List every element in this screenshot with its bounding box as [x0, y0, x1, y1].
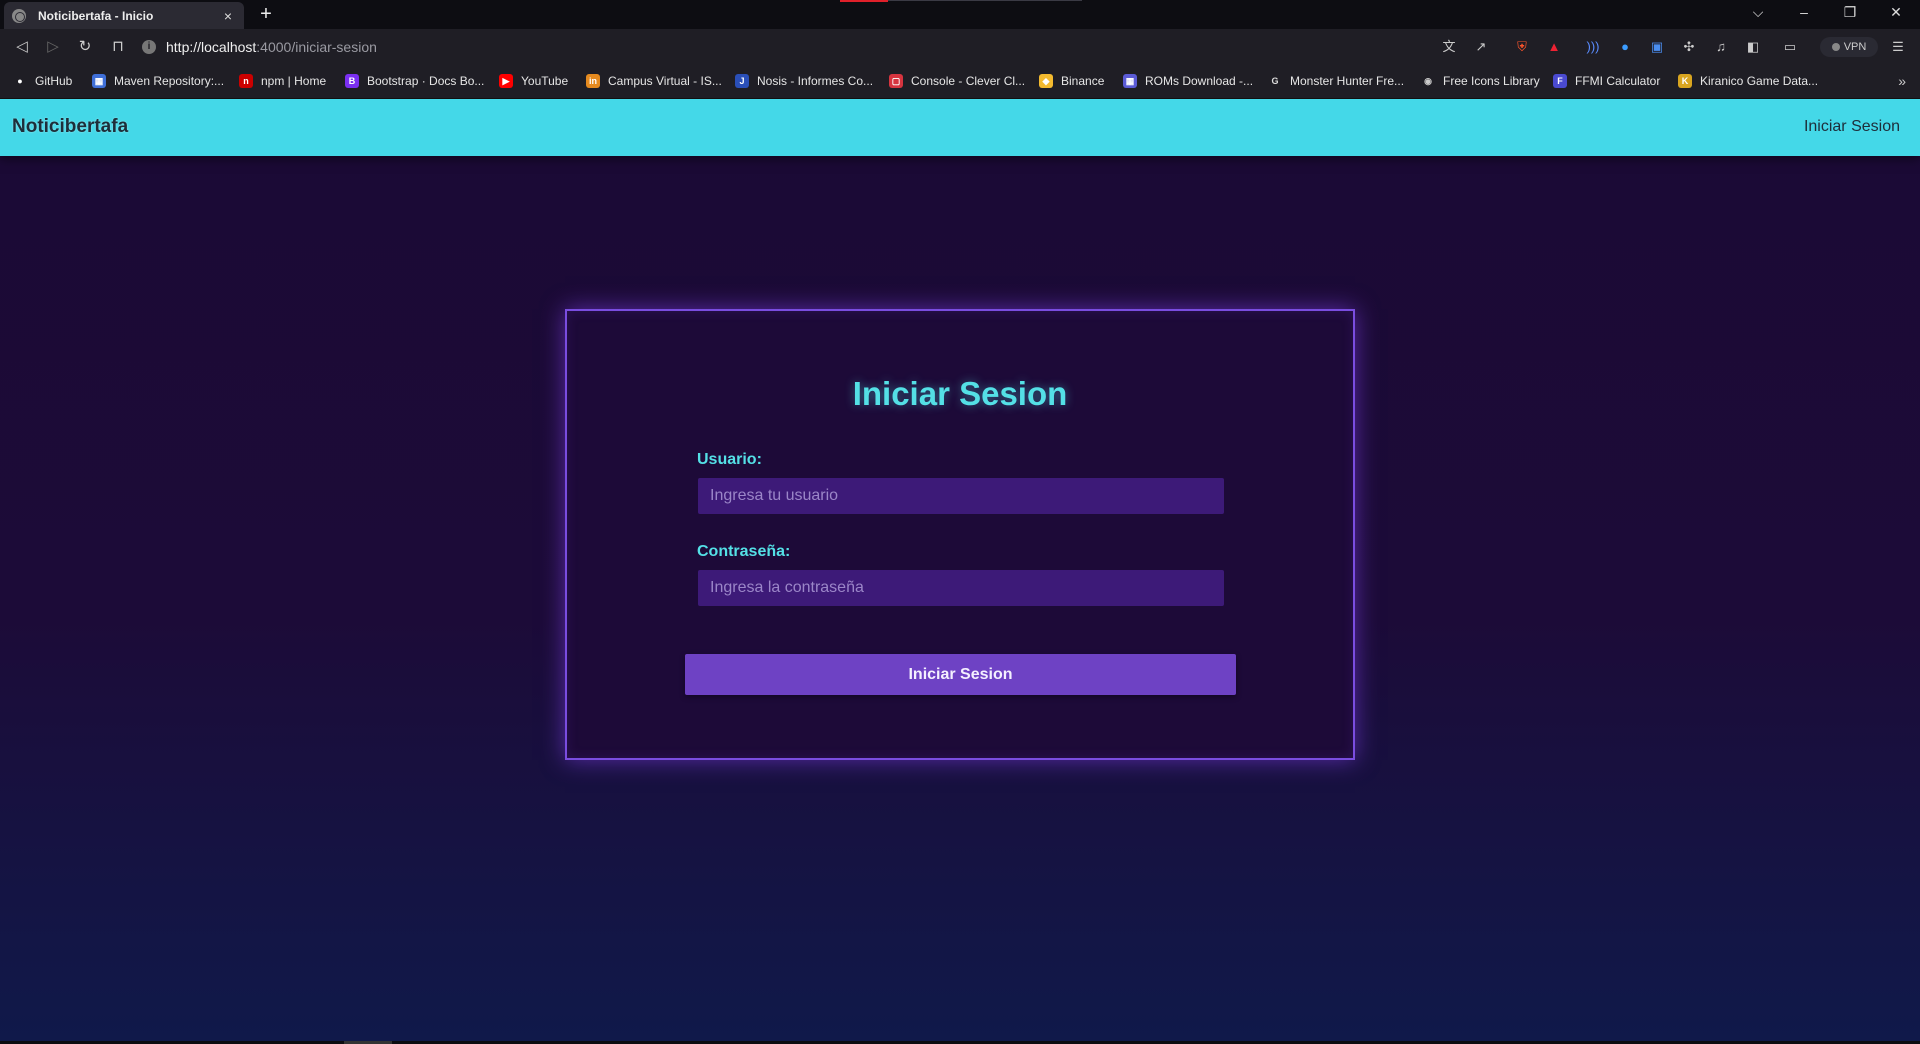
ffmi-icon: F — [1553, 74, 1567, 88]
brand-logo[interactable]: Noticibertafa — [12, 116, 128, 138]
bookmark-item[interactable]: ▶ YouTube — [499, 74, 568, 88]
bookmark-label: Bootstrap · Docs Bo... — [367, 74, 485, 88]
vpn-status-icon — [1831, 43, 1840, 51]
bookmark-label: GitHub — [35, 74, 73, 88]
bookmark-item[interactable]: ▢ Console - Clever Cl... — [889, 74, 1025, 88]
extensions-puzzle-icon[interactable]: ✣ — [1681, 39, 1697, 55]
media-music-icon[interactable]: ♫ — [1713, 39, 1729, 55]
login-submit-button[interactable]: Iniciar Sesion — [685, 654, 1236, 695]
extension-s-icon[interactable]: ● — [1617, 39, 1633, 55]
password-input[interactable] — [698, 570, 1224, 606]
bookmark-item[interactable]: in Campus Virtual - IS... — [586, 74, 722, 88]
recording-indicator — [840, 0, 888, 2]
bookmark-label: Monster Hunter Fre... — [1290, 74, 1405, 88]
browser-tab[interactable]: Noticibertafa - Inicio × — [4, 2, 244, 29]
bookmark-item[interactable]: G Monster Hunter Fre... — [1268, 74, 1404, 88]
bookmark-item[interactable]: n npm | Home — [239, 74, 326, 88]
wallet-icon[interactable]: ▭ — [1782, 39, 1798, 55]
url-text[interactable]: http://localhost:4000/iniciar-sesion — [166, 39, 377, 55]
username-label: Usuario: — [697, 451, 762, 468]
bookmarks-bar: ● GitHub ▦ Maven Repository:... n npm | Home B… — [0, 65, 1920, 99]
bookmark-item[interactable]: ● GitHub — [13, 74, 72, 88]
bookmark-item[interactable]: B Bootstrap · Docs Bo... — [345, 74, 484, 88]
site-info-icon[interactable]: i — [142, 40, 156, 54]
bookmark-item[interactable]: ▦ Maven Repository:... — [92, 74, 224, 88]
browser-toolbar: ◁ ▷ ↻ ⊓ i http://localhost:4000/iniciar-… — [0, 29, 1920, 65]
binance-icon: ◆ — [1039, 74, 1053, 88]
vpn-label: VPN — [1843, 41, 1867, 53]
browser-tab-strip: Noticibertafa - Inicio × + ⌵ – ❐ ✕ — [0, 0, 1920, 29]
bookmark-item[interactable]: ▦ ROMs Download -... — [1123, 74, 1253, 88]
brave-rewards-icon[interactable]: ▲ — [1546, 39, 1562, 55]
bookmark-label: npm | Home — [261, 74, 327, 88]
restore-icon[interactable]: ❐ — [1840, 4, 1860, 21]
globe-icon: ◉ — [1424, 75, 1432, 86]
bookmark-item[interactable]: K Kiranico Game Data... — [1678, 74, 1818, 88]
clever-cloud-icon: ▢ — [889, 74, 903, 88]
brave-shields-icon[interactable]: ⛨ — [1514, 39, 1530, 55]
address-bar[interactable]: i http://localhost:4000/iniciar-sesion — [142, 34, 1360, 60]
extension-waves-icon[interactable]: ))) — [1585, 39, 1601, 55]
vpn-button[interactable]: VPN — [1820, 37, 1878, 57]
password-label: Contraseña: — [697, 543, 791, 560]
tab-list-chevron-icon[interactable]: ⌵ — [1748, 4, 1768, 21]
back-icon[interactable]: ◁ — [12, 37, 32, 57]
sidebar-toggle-icon[interactable]: ◧ — [1745, 39, 1761, 55]
kiranico-icon: K — [1678, 74, 1692, 88]
app-header: Noticibertafa Iniciar Sesion — [0, 99, 1920, 156]
bookmark-item[interactable]: J Nosis - Informes Co... — [735, 74, 873, 88]
bookmark-label: Maven Repository:... — [114, 74, 225, 88]
login-card: Iniciar Sesion Usuario: Contraseña: Inic… — [565, 309, 1355, 760]
github-icon: ● — [17, 76, 23, 86]
campus-icon: in — [586, 74, 600, 88]
login-title: Iniciar Sesion — [852, 375, 1068, 412]
roms-icon: ▦ — [1123, 74, 1137, 88]
url-path: :4000/iniciar-sesion — [256, 39, 377, 55]
bookmark-item[interactable]: F FFMI Calculator — [1553, 74, 1660, 88]
page-viewport: Noticibertafa Iniciar Sesion Iniciar Ses… — [0, 99, 1920, 1041]
bookmark-item[interactable]: ◉ Free Icons Library — [1421, 74, 1540, 88]
bootstrap-icon: B — [345, 74, 359, 88]
window-close-icon[interactable]: ✕ — [1886, 4, 1906, 21]
bookmark-label: Campus Virtual - IS... — [608, 74, 722, 88]
globe-icon — [12, 8, 26, 23]
new-tab-button[interactable]: + — [256, 4, 276, 24]
bookmark-label: Console - Clever Cl... — [911, 74, 1026, 88]
menu-hamburger-icon[interactable]: ☰ — [1890, 39, 1906, 55]
monster-hunter-icon: G — [1271, 76, 1279, 86]
header-login-link[interactable]: Iniciar Sesion — [1804, 118, 1900, 136]
username-input[interactable] — [698, 478, 1224, 514]
bookmark-label: FFMI Calculator — [1575, 74, 1661, 88]
close-tab-icon[interactable]: × — [220, 8, 236, 24]
tab-strip-divider — [888, 0, 1082, 1]
bookmark-item[interactable]: ◆ Binance — [1039, 74, 1104, 88]
translate-icon[interactable]: 文 — [1441, 39, 1457, 55]
url-host: http://localhost — [166, 39, 257, 55]
extension-translate-icon[interactable]: ▣ — [1649, 39, 1665, 55]
bookmark-label: Nosis - Informes Co... — [757, 74, 874, 88]
npm-icon: n — [239, 74, 253, 88]
tab-title: Noticibertafa - Inicio — [38, 8, 154, 23]
maven-icon: ▦ — [92, 74, 106, 88]
bookmark-label: Kiranico Game Data... — [1700, 74, 1819, 88]
youtube-icon: ▶ — [499, 74, 513, 88]
nosis-icon: J — [735, 74, 749, 88]
bookmark-label: ROMs Download -... — [1145, 74, 1254, 88]
minimize-icon[interactable]: – — [1794, 4, 1814, 20]
reload-icon[interactable]: ↻ — [75, 37, 95, 57]
bookmark-label: Binance — [1061, 74, 1105, 88]
bookmark-icon[interactable]: ⊓ — [108, 37, 128, 57]
bookmark-label: YouTube — [521, 74, 569, 88]
more-bookmarks-icon[interactable]: » — [1898, 73, 1906, 89]
bookmark-label: Free Icons Library — [1443, 74, 1540, 88]
forward-icon[interactable]: ▷ — [43, 37, 63, 57]
share-icon[interactable]: ↗ — [1473, 39, 1489, 55]
